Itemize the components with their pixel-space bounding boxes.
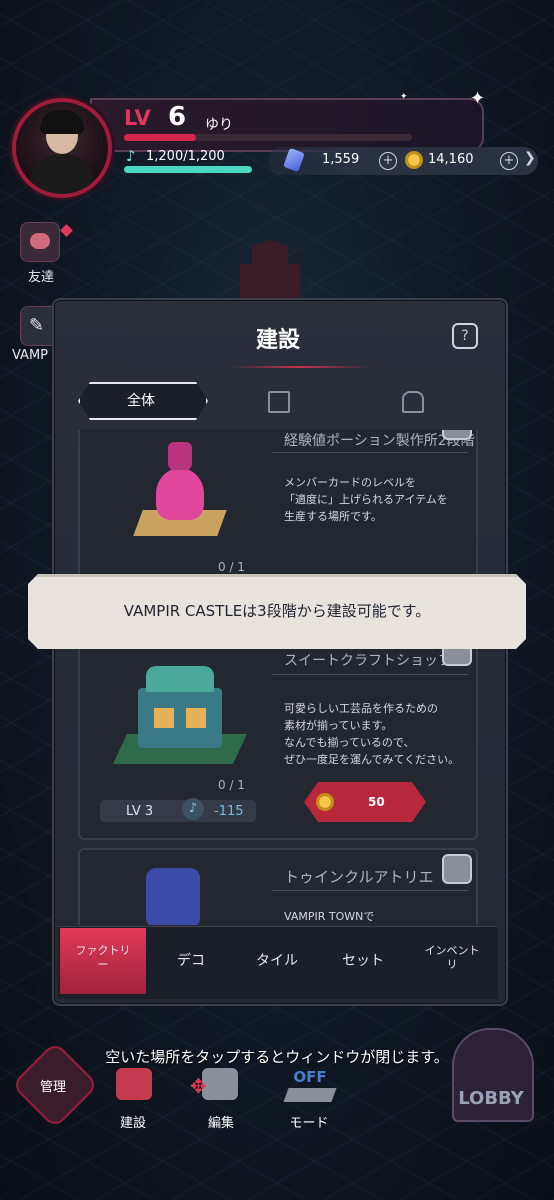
item-desc-line: VAMPIR TOWNで [284,910,375,923]
level-value: 6 [168,102,187,132]
wand-icon: ✎ [29,315,45,336]
xp-bar-fill [124,134,196,141]
tab-set[interactable]: セット [330,950,396,970]
coin-count: 14,160 [428,152,474,167]
mode-icon [283,1088,337,1102]
potion-factory-image [133,438,227,538]
sparkle-icon: ✦ [400,92,408,102]
item-desc-line: 可愛らしい工芸品を作るための [284,702,438,715]
building-icon[interactable] [268,391,290,413]
friends-icon [30,233,50,249]
friends-button[interactable] [20,222,60,262]
list-item[interactable]: スイートクラフトショップ 可愛らしい工芸品を作るための 素材が揃っています。 な… [78,630,478,840]
tab-inventory[interactable]: インベント リ [414,944,490,972]
item-desc-line: 素材が揃っています。 [284,719,393,732]
tab-deco[interactable]: デコ [158,950,224,970]
coin-icon [316,793,334,811]
tab-factory-label: ファクトリ ー [75,944,131,971]
item-name: トゥインクルアトリエ [284,868,434,886]
item-count: 0 / 1 [218,778,245,792]
item-name: スイートクラフトショップ [284,653,452,669]
item-desc-line: メンバーカードのレベルを [284,476,416,489]
lock-icon [442,854,472,884]
title-divider [230,366,370,368]
panel-title: 建設 [255,328,300,353]
player-avatar[interactable] [12,98,112,198]
manage-label: 管理 [39,1080,66,1095]
item-desc-line: ぜひ一度足を運んでみてください。 [284,753,460,766]
tab-all-label: 全体 [127,393,155,409]
friends-label: 友達 [28,270,55,285]
username: ゆり [205,117,233,133]
build-icon[interactable] [116,1068,152,1100]
item-desc-line: なんでも揃っているので、 [284,736,415,749]
mode-label: モード [289,1116,329,1131]
music-note-icon: ♪ [182,798,204,820]
build-item-list[interactable]: 経験値ポーション製作所2段階 メンバーカードのレベルを 「適度に」上げられるアイ… [78,430,478,925]
tab-tile[interactable]: タイル [244,950,310,970]
item-desc-line: 生産する場所です。 [284,510,382,523]
divider [272,452,468,453]
list-item[interactable]: 経験値ポーション製作所2段階 メンバーカードのレベルを 「適度に」上げられるアイ… [78,430,478,578]
build-label: 建設 [119,1116,146,1131]
divider [272,890,468,891]
move-arrows-icon: ✥ [190,1074,207,1098]
list-item[interactable]: トゥインクルアトリエ VAMPIR TOWNで [78,848,478,925]
house-icon[interactable] [402,391,424,413]
add-coins-button[interactable]: + [500,152,518,170]
vampir-label: VAMP [12,348,49,363]
music-note-icon: ♪ [126,147,136,165]
level-requirement-label: LV 3 [126,804,154,819]
edit-icon[interactable] [202,1068,238,1100]
info-toast-text: VAMPIR CASTLEは3段階から建設可能です。 [123,602,431,620]
lock-icon [442,430,472,440]
stamina-value: 1,200/1,200 [146,149,225,164]
stamina-bar-fill [124,166,252,173]
currency-bar [268,147,538,175]
build-cost: 50 [368,795,385,809]
item-desc-line: 「適度に」上げられるアイテムを [284,493,448,506]
coin-icon [405,151,423,169]
help-button[interactable]: ? [452,323,478,349]
add-gems-button[interactable]: + [379,152,397,170]
note-cost: -115 [214,804,244,819]
craft-shop-image [113,652,247,772]
chevron-right-icon[interactable]: ❯ [524,150,536,166]
lobby-label: LOBBY [458,1088,524,1109]
sparkle-icon: ✦ [470,88,486,109]
level-label: LV [124,106,151,130]
mode-toggle[interactable]: OFF [284,1068,336,1088]
item-count: 0 / 1 [218,560,245,574]
atelier-image [146,868,200,925]
edit-label: 編集 [207,1116,234,1131]
divider [272,674,468,675]
gem-count: 1,559 [322,152,360,167]
